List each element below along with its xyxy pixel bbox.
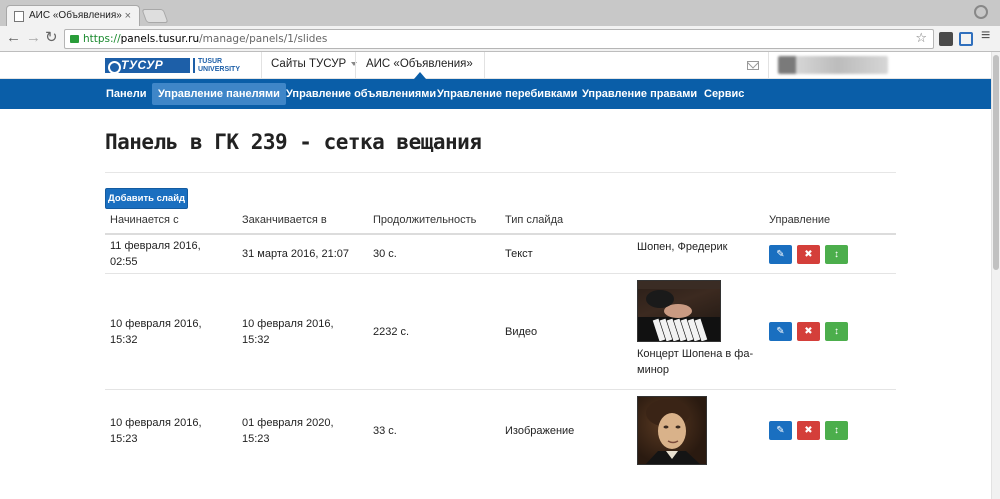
page-scrollbar[interactable] [991,52,1000,499]
logo-mark: ТУСУР [105,58,190,74]
cell-ends-date: 01 февраля 2020, [242,417,334,429]
nav-item-manage-ads[interactable]: Управление объявлениями [280,83,442,105]
column-header-ends: Заканчивается в [242,214,327,226]
content-line-2: минор [637,364,670,376]
extension-icon[interactable] [959,32,973,46]
cell-ends-date: 10 февраля 2016, [242,318,334,330]
cell-starts: 11 февраля 2016, 02:55 [110,238,201,270]
sites-dropdown[interactable]: Сайты ТУСУР [271,52,358,79]
column-header-type: Тип слайда [505,214,564,226]
page-favicon-icon [14,11,24,22]
row-actions: ✎ ✖ ↕ [769,322,848,341]
move-button[interactable]: ↕ [825,322,848,341]
header-divider [768,52,769,79]
table-header-divider [105,233,896,235]
tab-close-icon[interactable]: × [125,6,131,26]
browser-tab[interactable]: АИС «Объявления» × [6,5,140,26]
edit-button[interactable]: ✎ [769,421,792,440]
page-title: Панель в ГК 239 - сетка вещания [105,130,482,154]
header-divider [484,52,485,79]
header-divider [261,52,262,79]
cell-starts-date: 10 февраля 2016, [110,318,202,330]
forward-icon[interactable]: → [26,30,41,46]
cell-duration: 30 с. [373,248,397,260]
cell-ends-date: 31 марта 2016, 21:07 [242,248,350,260]
main-navbar: Панели Управление панелями Управление об… [0,79,1000,109]
site-header: ТУСУР TUSUR UNIVERSITY Сайты ТУСУР АИС «… [0,52,1000,79]
column-header-duration: Продолжительность [373,214,477,226]
new-tab-button[interactable] [141,9,169,23]
cell-starts-date: 10 февраля 2016, [110,417,202,429]
bookmark-star-icon[interactable]: ☆ [915,30,927,48]
delete-button[interactable]: ✖ [797,421,820,440]
portrait-image [645,399,700,464]
row-divider [105,273,896,274]
nav-item-manage-rights[interactable]: Управление правами [576,83,703,105]
cell-ends: 01 февраля 2020, 15:23 [242,415,334,447]
cell-starts: 10 февраля 2016, 15:23 [110,415,202,447]
add-slide-button[interactable]: Добавить слайд [105,188,188,209]
cell-starts-time: 15:23 [110,433,138,445]
title-divider [105,172,896,173]
nav-item-panels[interactable]: Панели [100,83,153,105]
header-divider [355,52,356,79]
tab-title: АИС «Объявления» [29,10,122,21]
piano-image [638,281,720,341]
row-actions: ✎ ✖ ↕ [769,421,848,440]
delete-button[interactable]: ✖ [797,245,820,264]
cell-starts-date: 11 февраля 2016, [110,240,201,252]
edit-button[interactable]: ✎ [769,322,792,341]
row-divider [105,389,896,390]
video-thumbnail[interactable] [637,280,721,342]
nav-item-manage-panels[interactable]: Управление панелями [152,83,286,105]
address-bar[interactable]: https://panels.tusur.ru/manage/panels/1/… [64,29,934,49]
cell-type: Изображение [505,425,575,437]
cell-type: Текст [505,248,533,260]
browser-tabstrip: АИС «Объявления» × [0,0,1000,26]
cell-duration: 33 с. [373,425,397,437]
delete-button[interactable]: ✖ [797,322,820,341]
logo-sub-line-2: UNIVERSITY [198,65,241,73]
lock-icon [70,35,79,43]
edit-button[interactable]: ✎ [769,245,792,264]
image-thumbnail[interactable] [637,396,707,465]
profile-icon[interactable] [974,5,988,19]
cell-ends: 31 марта 2016, 21:07 [242,246,349,262]
tusur-logo[interactable]: ТУСУР TUSUR UNIVERSITY [105,55,252,75]
nav-item-service[interactable]: Сервис [698,83,750,105]
browser-toolbar: ← → ↻ https://panels.tusur.ru/manage/pan… [0,26,1000,52]
url-path: /manage/panels/1/slides [199,33,328,45]
pocket-icon[interactable] [939,32,953,46]
cell-ends-time: 15:23 [242,433,270,445]
nav-item-manage-breaks[interactable]: Управление перебивками [431,83,583,105]
logo-subtitle: TUSUR UNIVERSITY [193,58,248,73]
cell-starts-time: 02:55 [110,256,138,268]
cell-content-text: Шопен, Фредерик [637,241,728,253]
move-button[interactable]: ↕ [825,245,848,264]
content-line-1: Концерт Шопена в фа- [637,348,754,360]
user-menu[interactable] [778,56,888,74]
cell-ends-time: 15:32 [242,334,270,346]
cell-type: Видео [505,326,538,338]
column-header-actions: Управление [769,214,831,226]
cell-ends: 10 февраля 2016, 15:32 [242,316,334,348]
browser-menu-icon[interactable]: ≡ [981,28,990,44]
reload-icon[interactable]: ↻ [45,30,58,46]
move-button[interactable]: ↕ [825,421,848,440]
cell-starts: 10 февраля 2016, 15:32 [110,316,202,348]
cell-duration: 2232 с. [373,326,410,338]
sites-dropdown-label: Сайты ТУСУР [271,58,347,70]
logo-sub-line-1: TUSUR [198,58,223,65]
back-icon[interactable]: ← [6,30,21,46]
row-actions: ✎ ✖ ↕ [769,245,848,264]
scrollbar-thumb[interactable] [993,55,999,270]
active-section-indicator [414,72,426,79]
url-protocol: https:// [83,33,121,45]
cell-content-text: Концерт Шопена в фа- минор [637,346,753,378]
cell-starts-time: 15:32 [110,334,138,346]
mail-icon[interactable] [747,61,759,70]
url-host: panels.tusur.ru [120,33,200,45]
column-header-starts: Начинается с [110,214,179,226]
